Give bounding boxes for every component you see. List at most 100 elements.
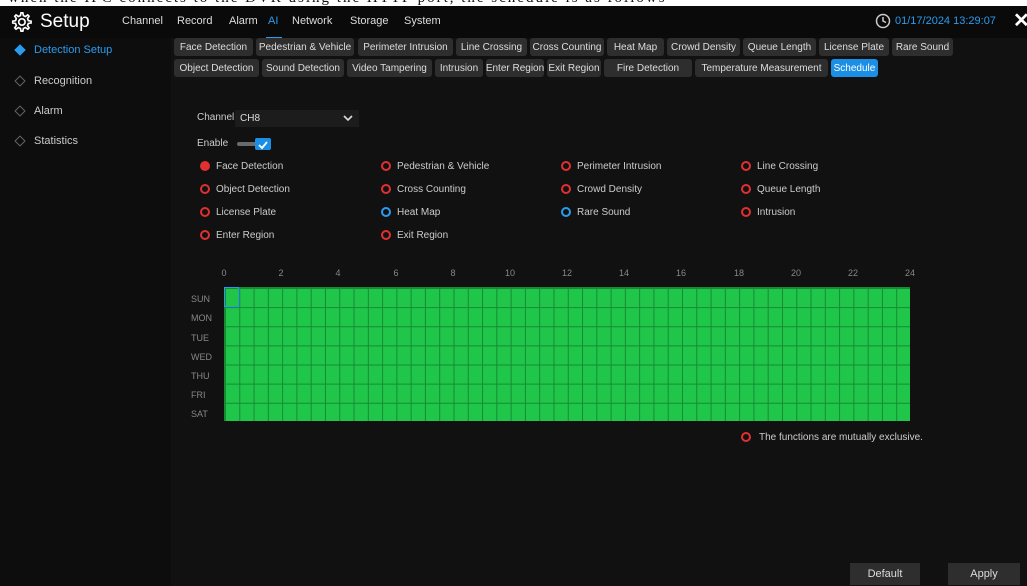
clock-icon: [875, 13, 891, 29]
function-label: Queue Length: [757, 183, 821, 195]
function-item[interactable]: Cross Counting: [381, 182, 466, 196]
function-label: Heat Map: [397, 206, 441, 218]
exclusive-note: The functions are mutually exclusive.: [741, 430, 923, 444]
subtab-temperature-measurement[interactable]: Temperature Measurement: [695, 59, 828, 77]
radio-icon: [200, 207, 210, 217]
diamond-icon: [14, 75, 26, 87]
apply-button[interactable]: Apply: [948, 563, 1020, 585]
close-button[interactable]: ✕: [1013, 9, 1027, 33]
function-item[interactable]: Intrusion: [741, 205, 795, 219]
function-label: Intrusion: [757, 206, 796, 218]
sidebar-item-label: Statistics: [34, 135, 79, 147]
tab-channel[interactable]: Channel: [122, 15, 163, 27]
function-label: Pedestrian & Vehicle: [397, 160, 490, 172]
subtab-video-tampering[interactable]: Video Tampering: [347, 59, 432, 77]
hour-label: 18: [733, 268, 744, 278]
radio-icon: [741, 184, 751, 194]
sidebar-item-statistics[interactable]: Statistics: [0, 129, 171, 153]
channel-label: Channel: [197, 112, 235, 123]
function-item[interactable]: Perimeter Intrusion: [561, 159, 661, 173]
function-label: License Plate: [216, 206, 277, 218]
diamond-icon: [14, 135, 26, 147]
sidebar-item-detection-setup[interactable]: Detection Setup: [0, 38, 171, 62]
chevron-down-icon: [343, 115, 353, 122]
hour-label: 2: [278, 268, 284, 278]
check-icon: [258, 141, 268, 150]
function-label: Face Detection: [216, 160, 284, 172]
subtab-enter-region[interactable]: Enter Region: [486, 59, 544, 77]
enable-toggle[interactable]: [237, 138, 273, 150]
function-item[interactable]: Exit Region: [381, 228, 448, 242]
schedule-cell-cursor: [224, 287, 239, 307]
subtab-license-plate[interactable]: License Plate: [819, 38, 889, 56]
subtab-rare-sound[interactable]: Rare Sound: [892, 38, 953, 56]
radio-icon: [741, 432, 751, 442]
tab-storage[interactable]: Storage: [350, 15, 389, 27]
subtab-line-crossing[interactable]: Line Crossing: [456, 38, 527, 56]
function-label: Line Crossing: [757, 160, 819, 172]
page-title: Setup: [40, 11, 90, 32]
function-item[interactable]: Crowd Density: [561, 182, 642, 196]
hour-label: 24: [904, 268, 915, 278]
default-button[interactable]: Default: [850, 563, 920, 585]
radio-icon: [381, 184, 391, 194]
sidebar-item-recognition[interactable]: Recognition: [0, 69, 171, 93]
function-item[interactable]: Heat Map: [381, 205, 440, 219]
note-text: The functions are mutually exclusive.: [759, 431, 923, 443]
day-label: FRI: [191, 390, 206, 400]
function-item[interactable]: Enter Region: [200, 228, 274, 242]
function-item[interactable]: Rare Sound: [561, 205, 630, 219]
subtab-fire-detection[interactable]: Fire Detection: [604, 59, 692, 77]
function-label: Object Detection: [216, 183, 290, 195]
hour-label: 22: [847, 268, 858, 278]
subtab-face-detection[interactable]: Face Detection: [174, 38, 253, 56]
channel-select[interactable]: CH8: [235, 110, 359, 127]
hour-label: 12: [561, 268, 572, 278]
function-item[interactable]: Object Detection: [200, 182, 290, 196]
function-label: Crowd Density: [577, 183, 643, 195]
function-label: Exit Region: [397, 229, 449, 241]
subtab-heat-map[interactable]: Heat Map: [607, 38, 664, 56]
sidebar-item-label: Detection Setup: [34, 44, 113, 56]
function-item[interactable]: Queue Length: [741, 182, 820, 196]
function-item[interactable]: Pedestrian & Vehicle: [381, 159, 489, 173]
hour-label: 0: [221, 268, 227, 278]
radio-icon: [561, 161, 571, 171]
function-item[interactable]: License Plate: [200, 205, 276, 219]
diamond-icon: [14, 105, 26, 117]
hour-label: 14: [618, 268, 629, 278]
tab-alarm[interactable]: Alarm: [229, 15, 258, 27]
sidebar-item-alarm[interactable]: Alarm: [0, 99, 171, 123]
tab-network[interactable]: Network: [292, 15, 332, 27]
subtab-object-detection[interactable]: Object Detection: [174, 59, 259, 77]
radio-icon: [741, 207, 751, 217]
function-label: Perimeter Intrusion: [577, 160, 662, 172]
schedule-grid[interactable]: [224, 287, 910, 421]
datetime: 01/17/2024 13:29:07: [895, 15, 996, 27]
function-item[interactable]: Line Crossing: [741, 159, 818, 173]
tab-record[interactable]: Record: [177, 15, 212, 27]
subtab-sound-detection[interactable]: Sound Detection: [262, 59, 344, 77]
tab-system[interactable]: System: [404, 15, 441, 27]
subtab-exit-region[interactable]: Exit Region: [547, 59, 601, 77]
day-label: SAT: [191, 409, 208, 419]
subtab-cross-counting[interactable]: Cross Counting: [530, 38, 604, 56]
setup-logo: Setup: [10, 9, 90, 35]
radio-icon: [741, 161, 751, 171]
function-item[interactable]: Face Detection: [200, 159, 283, 173]
subtab-crowd-density[interactable]: Crowd Density: [667, 38, 740, 56]
day-label: WED: [191, 352, 212, 362]
subtab-queue-length[interactable]: Queue Length: [743, 38, 816, 56]
subtab-intrusion[interactable]: Intrusion: [435, 59, 483, 77]
gear-icon: [11, 12, 32, 32]
radio-icon: [200, 161, 210, 171]
subtab-schedule[interactable]: Schedule: [831, 59, 878, 77]
tab-ai[interactable]: AI: [268, 15, 278, 27]
day-label: TUE: [191, 333, 209, 343]
hour-label: 6: [393, 268, 399, 278]
day-label: MON: [191, 313, 212, 323]
subtab-pedestrian-vehicle[interactable]: Pedestrian & Vehicle: [256, 38, 354, 56]
enable-label: Enable: [197, 138, 229, 149]
subtab-perimeter-intrusion[interactable]: Perimeter Intrusion: [358, 38, 453, 56]
radio-icon: [381, 161, 391, 171]
